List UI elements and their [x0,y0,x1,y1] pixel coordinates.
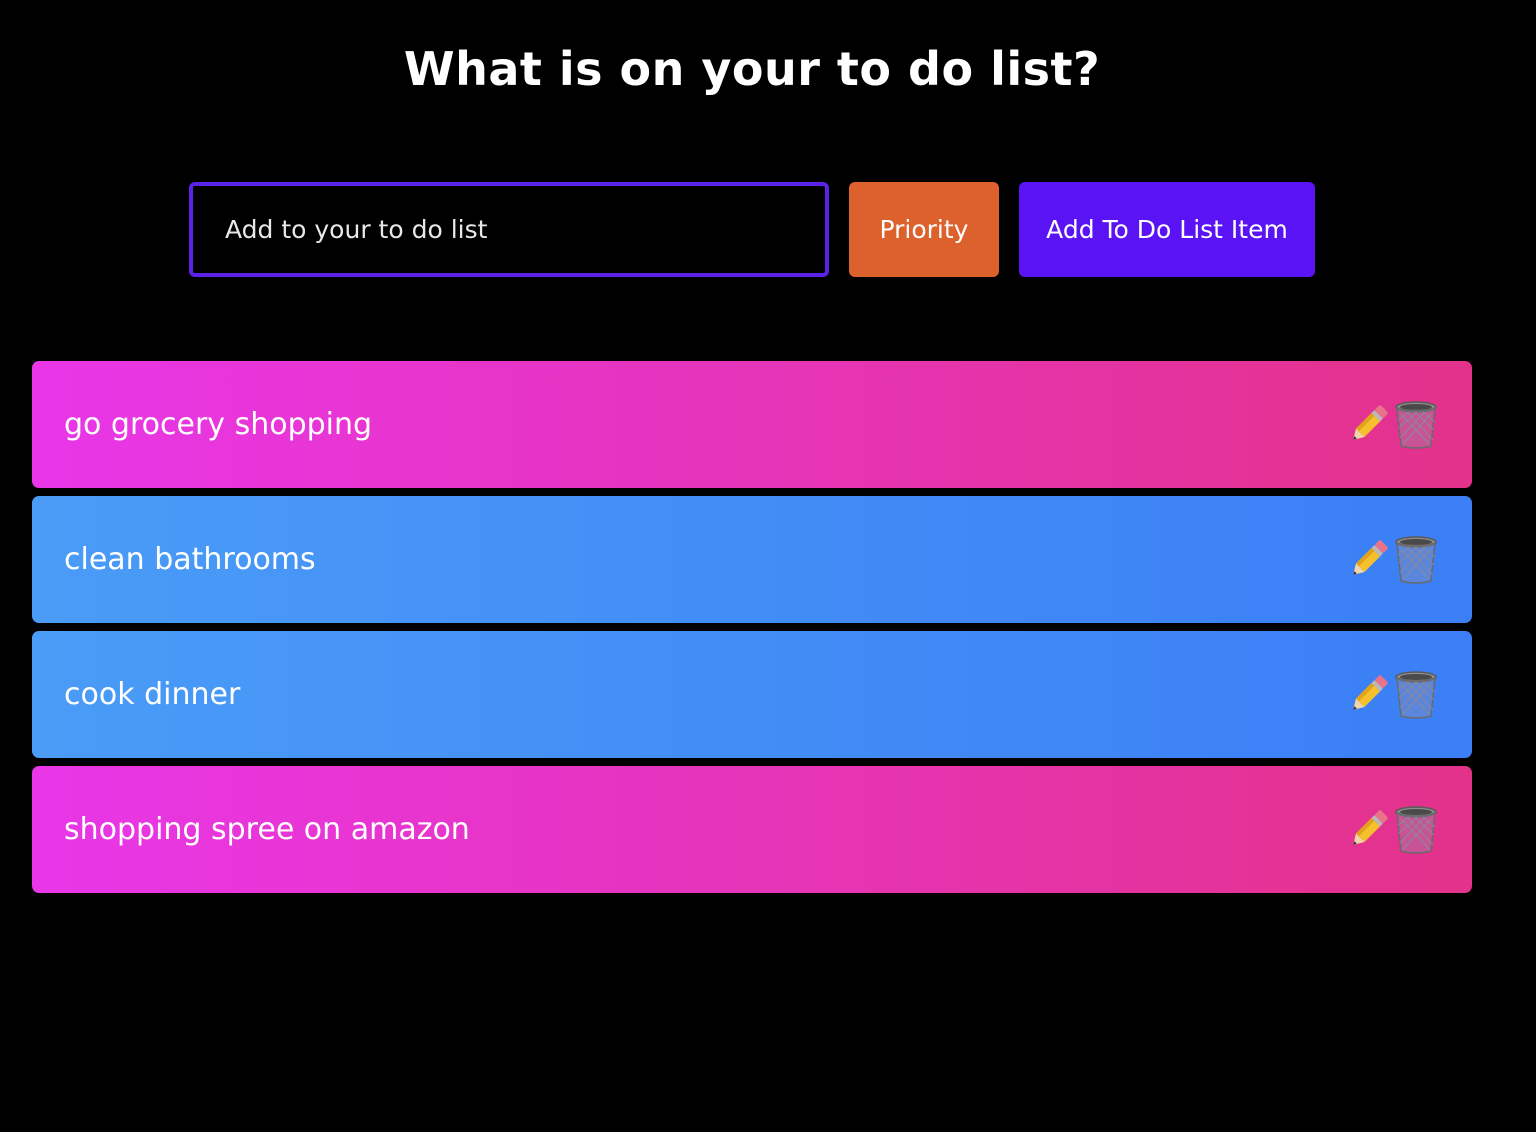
page-title: What is on your to do list? [403,42,1101,96]
pencil-icon[interactable] [1344,534,1392,586]
todo-actions [1344,534,1440,586]
add-todo-form: Priority Add To Do List Item [189,182,1315,277]
pencil-icon[interactable] [1344,399,1392,451]
todo-list: go grocery shopping clean bathrooms cook… [32,361,1472,901]
add-todo-button[interactable]: Add To Do List Item [1019,182,1315,277]
todo-item: cook dinner [32,631,1472,758]
todo-item: go grocery shopping [32,361,1472,488]
todo-actions [1344,669,1440,721]
pencil-icon[interactable] [1344,804,1392,856]
trash-icon[interactable] [1392,399,1440,451]
todo-item-text: clean bathrooms [64,542,316,577]
trash-icon[interactable] [1392,804,1440,856]
todo-actions [1344,399,1440,451]
todo-item: clean bathrooms [32,496,1472,623]
todo-actions [1344,804,1440,856]
trash-icon[interactable] [1392,669,1440,721]
todo-item-text: go grocery shopping [64,407,373,442]
todo-item-text: shopping spree on amazon [64,812,470,847]
pencil-icon[interactable] [1344,669,1392,721]
priority-button[interactable]: Priority [849,182,999,277]
todo-input[interactable] [189,182,829,277]
todo-item: shopping spree on amazon [32,766,1472,893]
todo-item-text: cook dinner [64,677,241,712]
trash-icon[interactable] [1392,534,1440,586]
